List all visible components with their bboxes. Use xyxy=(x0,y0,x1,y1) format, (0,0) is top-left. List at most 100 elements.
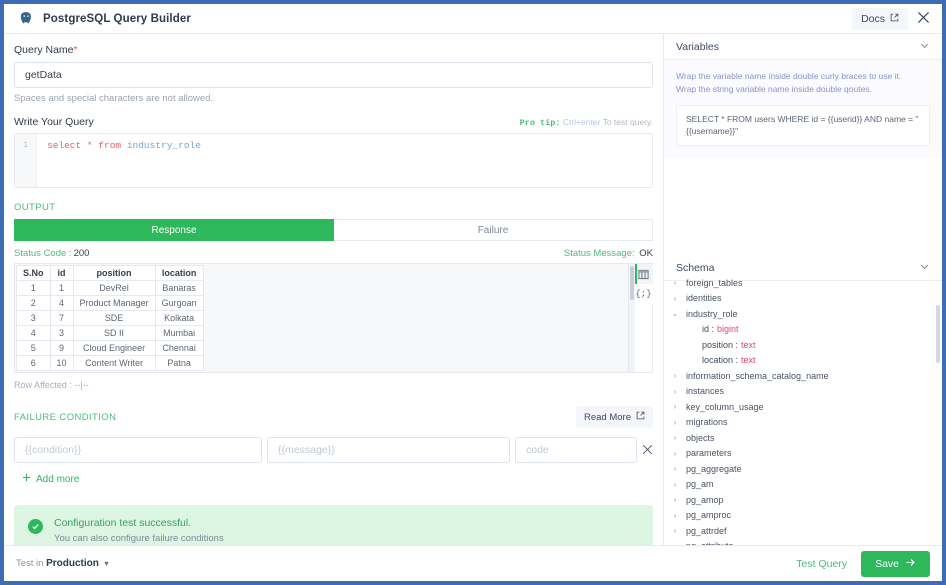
table-column-header: id xyxy=(49,265,74,281)
schema-table-name: foreign_tables xyxy=(686,277,743,288)
schema-panel-title: Schema xyxy=(676,261,715,274)
schema-table-name: pg_attribute xyxy=(686,541,734,545)
schema-table-item[interactable]: ⌄ industry_role xyxy=(670,306,942,322)
chevron-right-icon[interactable]: › xyxy=(670,480,680,489)
chevron-right-icon[interactable]: › xyxy=(670,495,680,504)
condition-input[interactable] xyxy=(14,437,262,463)
editor-code[interactable]: select * from industry_role xyxy=(37,134,652,187)
variables-panel-header[interactable]: Variables xyxy=(664,34,942,60)
status-row: Status Code : 200 Status Message: OK xyxy=(14,248,653,259)
table-view-icon[interactable] xyxy=(634,264,653,284)
close-button[interactable] xyxy=(910,6,936,32)
footer-bar: Test in Production ▾ Test Query Save xyxy=(4,545,942,581)
table-cell: Banaras xyxy=(154,280,204,296)
json-view-icon[interactable]: {;} xyxy=(634,284,653,304)
docs-button[interactable]: Docs xyxy=(852,7,908,30)
add-more-label: Add more xyxy=(36,473,80,485)
table-cell: Mumbai xyxy=(154,325,204,341)
chevron-right-icon[interactable]: › xyxy=(670,418,680,427)
output-section-title: OUTPUT xyxy=(14,202,56,213)
table-cell: DevRel xyxy=(72,280,156,296)
chevron-right-icon[interactable]: › xyxy=(670,464,680,473)
schema-table-item[interactable]: › parameters xyxy=(670,446,942,462)
tab-response[interactable]: Response xyxy=(14,219,334,241)
variables-panel-filler xyxy=(664,158,942,255)
table-cell: Kolkata xyxy=(154,310,204,326)
chevron-down-icon[interactable]: ⌄ xyxy=(670,309,680,318)
failure-condition-title: FAILURE CONDITION xyxy=(14,411,117,423)
sql-keyword: select * from xyxy=(47,140,127,151)
read-more-label: Read More xyxy=(584,411,631,423)
titlebar: PostgreSQL Query Builder Docs xyxy=(4,4,942,34)
table-cell: 2 xyxy=(16,295,51,311)
schema-table-item[interactable]: › identities xyxy=(670,291,942,307)
schema-table-item[interactable]: › pg_aggregate xyxy=(670,461,942,477)
query-name-input[interactable] xyxy=(14,62,653,88)
schema-column-name: position : xyxy=(702,339,739,350)
chevron-right-icon[interactable]: › xyxy=(670,449,680,458)
chevron-right-icon[interactable]: › xyxy=(670,542,680,545)
save-button[interactable]: Save xyxy=(861,550,930,577)
variables-hint: Wrap the variable name inside double cur… xyxy=(676,70,930,96)
schema-table-name: migrations xyxy=(686,417,728,428)
status-code-value: 200 xyxy=(73,248,90,259)
variables-panel-body: Wrap the variable name inside double cur… xyxy=(664,60,942,158)
schema-table-item[interactable]: › pg_attribute xyxy=(670,539,942,545)
required-marker: * xyxy=(73,44,78,56)
schema-tree[interactable]: › foreign_tables › identities ⌄ industry_role… xyxy=(664,275,942,545)
left-scroll-area: Query Name* Spaces and special character… xyxy=(4,34,663,545)
add-more-button[interactable]: Add more xyxy=(22,473,79,485)
table-cell: Chennai xyxy=(154,340,204,356)
table-header-row: S.No id position location xyxy=(16,265,204,281)
read-more-button[interactable]: Read More xyxy=(576,406,653,428)
caret-down-icon: ▾ xyxy=(104,559,109,568)
chevron-right-icon[interactable]: › xyxy=(670,278,680,287)
chevron-right-icon[interactable]: › xyxy=(670,433,680,442)
tab-failure[interactable]: Failure xyxy=(334,219,653,241)
chevron-right-icon[interactable]: › xyxy=(670,294,680,303)
chevron-right-icon[interactable]: › xyxy=(670,511,680,520)
table-cell: Cloud Engineer xyxy=(72,340,156,356)
table-cell: 6 xyxy=(16,355,51,371)
schema-table-name: pg_amproc xyxy=(686,510,732,521)
environment-value: Production xyxy=(46,558,99,569)
schema-column-name: id : xyxy=(702,324,715,335)
query-name-label: Query Name* xyxy=(14,44,653,56)
save-label: Save xyxy=(875,557,899,570)
window-title: PostgreSQL Query Builder xyxy=(43,12,191,25)
schema-table-item[interactable]: › key_column_usage xyxy=(670,399,942,415)
schema-column-name: location : xyxy=(702,355,739,366)
code-input[interactable] xyxy=(515,437,637,463)
schema-table-item[interactable]: › pg_amop xyxy=(670,492,942,508)
message-input[interactable] xyxy=(267,437,510,463)
output-tabs: Response Failure xyxy=(14,219,653,241)
schema-table-item[interactable]: › pg_attrdef xyxy=(670,523,942,539)
chevron-right-icon[interactable]: › xyxy=(670,526,680,535)
failure-condition-header: FAILURE CONDITION Read More xyxy=(14,406,653,428)
chevron-down-icon[interactable] xyxy=(919,259,930,277)
chevron-right-icon[interactable]: › xyxy=(670,402,680,411)
chevron-right-icon[interactable]: › xyxy=(670,387,680,396)
schema-table-item[interactable]: › pg_am xyxy=(670,477,942,493)
table-cell: 1 xyxy=(49,280,74,296)
schema-table-item[interactable]: › migrations xyxy=(670,415,942,431)
result-scrollbar-thumb[interactable] xyxy=(630,266,634,300)
chevron-right-icon[interactable]: › xyxy=(670,371,680,380)
test-query-button[interactable]: Test Query xyxy=(796,558,847,570)
pro-tip-shortcut: Ctrl+enter xyxy=(562,117,601,127)
schema-scrollbar-thumb[interactable] xyxy=(936,305,940,363)
schema-table-item[interactable]: › information_schema_catalog_name xyxy=(670,368,942,384)
sql-editor[interactable]: 1 select * from industry_role xyxy=(14,133,653,188)
remove-condition-button[interactable] xyxy=(642,439,653,461)
schema-table-item[interactable]: › instances xyxy=(670,384,942,400)
schema-column-item: location : text xyxy=(670,353,942,369)
schema-table-item[interactable]: › pg_amproc xyxy=(670,508,942,524)
footer-actions: Test Query Save xyxy=(796,550,930,577)
schema-table-item[interactable]: › foreign_tables xyxy=(670,275,942,291)
plus-icon xyxy=(22,473,31,485)
environment-selector[interactable]: Test in Production ▾ xyxy=(16,558,109,569)
chevron-down-icon[interactable] xyxy=(919,38,930,56)
postgresql-elephant-icon xyxy=(18,11,34,27)
result-table-container: S.No id position location 1 1 DevRel Banaras 2 4… xyxy=(14,263,629,373)
schema-table-item[interactable]: › objects xyxy=(670,430,942,446)
